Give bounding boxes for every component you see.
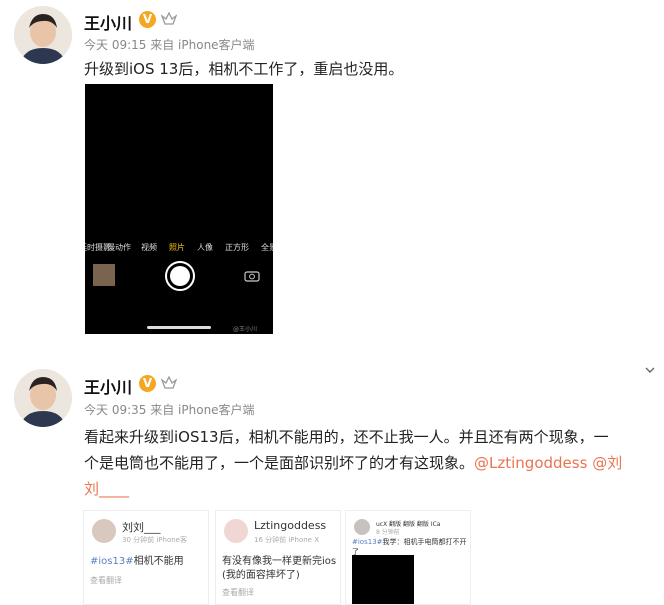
avatar: [354, 519, 370, 535]
card-user-name: 刘刘___: [122, 521, 161, 534]
camera-screenshot-image[interactable]: 延时摄影 慢动作 视频 照片 人像 正方形 全景 @王小川: [85, 84, 273, 334]
user-name[interactable]: 王小川: [84, 10, 132, 34]
verified-v-icon: V: [139, 11, 156, 28]
member-crown-icon: [161, 376, 177, 389]
post-content: 看起来升级到iOS13后，相机不能用的，还不止我一人。并且还有两个现象，一 个是…: [84, 424, 660, 502]
card-content: #ios13#我学：相机手电筒都打不开了: [352, 537, 470, 557]
post-content-line: 个是电筒也不能用了，一个是面部识别坏了的才有这现象。@Lztingoddess …: [84, 450, 660, 476]
home-indicator: [147, 326, 211, 329]
camera-mode: 慢动作: [107, 243, 131, 252]
user-name[interactable]: 王小川: [84, 374, 132, 398]
weibo-post-1: 王小川 V 今天 09:15 来自 iPhone客户端 升级到iOS 13后，相…: [0, 0, 664, 350]
post-source: 来自 iPhone客户端: [150, 38, 255, 52]
avatar[interactable]: [14, 6, 72, 64]
member-crown-icon: [161, 12, 177, 25]
attached-screenshot-card[interactable]: Lztingoddess 16 分钟前 iPhone X 有没有像我一样更新完i…: [215, 510, 341, 605]
hashtag: #ios13#: [90, 556, 134, 567]
camera-mode-active: 照片: [169, 243, 185, 252]
image-watermark: @王小川: [233, 326, 258, 333]
post-source: 来自 iPhone客户端: [150, 403, 255, 417]
shutter-button-icon: [165, 261, 195, 291]
mention-link[interactable]: 刘____: [84, 476, 660, 502]
avatar: [224, 519, 248, 543]
attached-image: [352, 555, 414, 604]
camera-mode: 正方形: [225, 243, 249, 252]
camera-mode: 全景: [261, 243, 273, 252]
mention-link[interactable]: @Lztingoddess: [474, 454, 587, 472]
photo-thumbnail: [93, 264, 115, 286]
post-time[interactable]: 今天 09:15: [84, 38, 146, 52]
translate-link: 查看翻译: [90, 576, 122, 585]
chevron-down-icon[interactable]: [644, 364, 656, 376]
avatar[interactable]: [14, 369, 72, 427]
card-content: #ios13#相机不能用: [90, 555, 184, 569]
card-meta: 16 分钟前 iPhone X: [254, 536, 320, 544]
post-content-line: 看起来升级到iOS13后，相机不能用的，还不止我一人。并且还有两个现象，一: [84, 428, 609, 446]
mention-link[interactable]: @刘: [592, 454, 622, 472]
translate-link: 查看翻译: [222, 588, 254, 597]
camera-mode: 人像: [197, 243, 213, 252]
camera-mode-bar: 延时摄影 慢动作 视频 照片 人像 正方形 全景: [85, 242, 273, 256]
verified-v-icon: V: [139, 375, 156, 392]
card-meta: 8 分钟前: [376, 529, 400, 536]
attached-screenshot-card[interactable]: 刘刘___ 30 分钟前 iPhone客 #ios13#相机不能用 查看翻译: [83, 510, 209, 605]
camera-mode: 视频: [141, 243, 157, 252]
switch-camera-icon: [244, 271, 260, 282]
card-text: 相机不能用: [133, 556, 184, 567]
post-time[interactable]: 今天 09:35: [84, 403, 146, 417]
post-content-text: 个是电筒也不能用了，一个是面部识别坏了的才有这现象。: [84, 454, 475, 472]
card-content-line: 有没有像我一样更新完ios: [222, 556, 337, 567]
card-content-line: (我的面容摔坏了): [222, 570, 300, 581]
avatar: [92, 519, 116, 543]
post-content: 升级到iOS 13后，相机不工作了，重启也没用。: [84, 60, 404, 78]
hashtag: #ios13#: [352, 538, 383, 546]
card-user-name: Lztingoddess: [254, 519, 327, 532]
attached-screenshot-card[interactable]: ucX 翻版 翻版 翻版 ICa 8 分钟前 #ios13#我学：相机手电筒都打…: [345, 510, 471, 605]
card-meta: 30 分钟前 iPhone客: [122, 536, 187, 544]
